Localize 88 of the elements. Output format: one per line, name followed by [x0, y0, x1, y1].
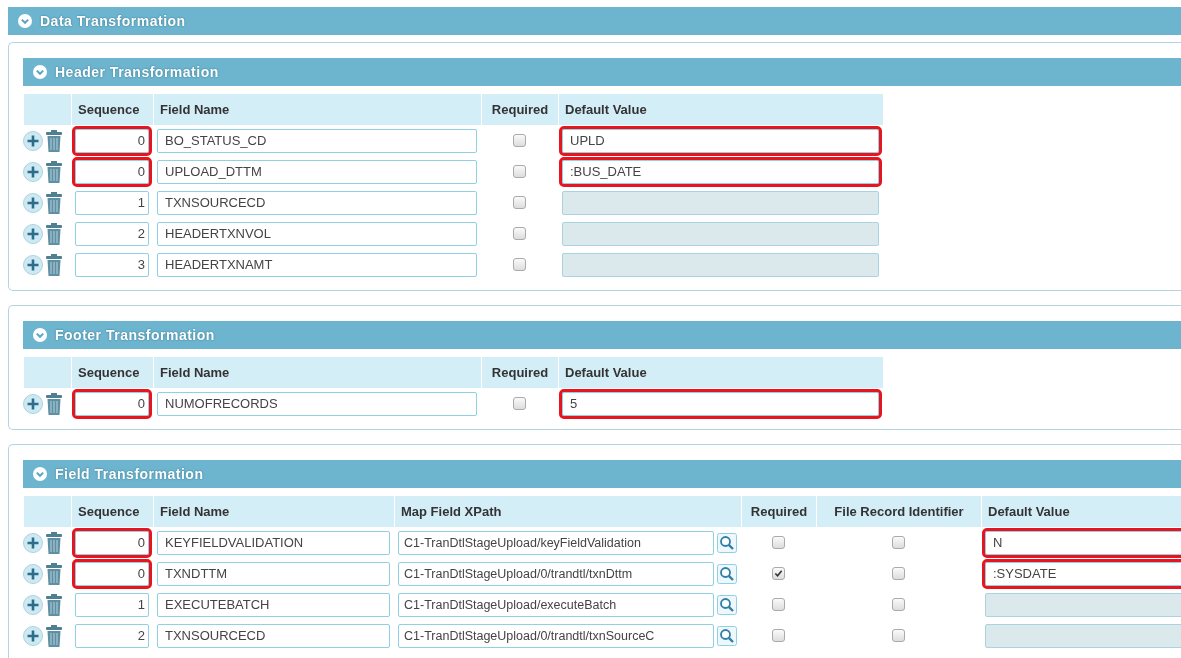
column-header: Default Value	[558, 94, 883, 125]
checkbox[interactable]	[513, 397, 526, 410]
field-name-field[interactable]: TXNSOURCECD	[157, 623, 390, 648]
field-name-field[interactable]: HEADERTXNVOL	[157, 221, 477, 246]
column-header: Field Name	[153, 496, 394, 527]
add-icon[interactable]	[23, 563, 43, 584]
checkbox[interactable]	[772, 567, 785, 580]
default-value-field[interactable]: N	[985, 530, 1181, 555]
checkbox[interactable]	[513, 227, 526, 240]
checkbox[interactable]	[513, 165, 526, 178]
sequence-field[interactable]: 1	[75, 190, 149, 215]
add-icon[interactable]	[23, 254, 43, 275]
field-name-field[interactable]: HEADERTXNAMT	[157, 252, 477, 277]
trash-icon[interactable]	[46, 222, 62, 245]
default-value-field[interactable]: :BUS_DATE	[562, 159, 879, 184]
sequence-field[interactable]: 0	[75, 159, 149, 184]
trash-icon[interactable]	[46, 253, 62, 276]
trash-icon[interactable]	[46, 624, 62, 647]
sequence-field[interactable]: 0	[75, 128, 149, 153]
field-name-field[interactable]: NUMOFRECORDS	[157, 391, 477, 416]
search-icon[interactable]	[717, 625, 737, 646]
sequence-field[interactable]: 3	[75, 252, 149, 277]
column-header: Required	[741, 496, 816, 527]
column-header: Sequence	[71, 357, 153, 388]
header-cell	[23, 496, 71, 527]
collapse-icon[interactable]	[33, 65, 47, 79]
trash-icon[interactable]	[46, 562, 62, 585]
collapse-icon[interactable]	[33, 328, 47, 342]
trash-icon[interactable]	[46, 129, 62, 152]
trash-icon[interactable]	[46, 392, 62, 415]
trash-icon[interactable]	[46, 160, 62, 183]
column-header: Field Name	[153, 357, 481, 388]
checkbox[interactable]	[892, 598, 905, 611]
checkbox[interactable]	[513, 258, 526, 271]
field-name-field[interactable]: KEYFIELDVALIDATION	[157, 530, 390, 555]
xpath-field[interactable]: C1-TranDtlStageUpload/keyFieldValidation	[398, 530, 714, 555]
search-icon[interactable]	[717, 532, 737, 553]
search-icon[interactable]	[717, 594, 737, 615]
checkbox[interactable]	[892, 629, 905, 642]
checkbox[interactable]	[513, 134, 526, 147]
xpath-field[interactable]: C1-TranDtlStageUpload/executeBatch	[398, 592, 714, 617]
checkbox[interactable]	[892, 567, 905, 580]
field-name-field[interactable]: UPLOAD_DTTM	[157, 159, 477, 184]
add-icon[interactable]	[23, 393, 43, 414]
column-header: Default Value	[558, 357, 883, 388]
checkbox[interactable]	[772, 536, 785, 549]
add-icon[interactable]	[23, 130, 43, 151]
add-icon[interactable]	[23, 192, 43, 213]
field-name-field[interactable]: TXNSOURCECD	[157, 190, 477, 215]
add-icon[interactable]	[23, 161, 43, 182]
checkbox[interactable]	[513, 196, 526, 209]
column-header: Field Name	[153, 94, 481, 125]
sequence-field[interactable]: 0	[75, 530, 149, 555]
sequence-field[interactable]: 0	[75, 561, 149, 586]
column-header: File Record Identifier	[816, 496, 981, 527]
trash-icon[interactable]	[46, 191, 62, 214]
header-cell	[23, 357, 71, 388]
checkbox[interactable]	[772, 629, 785, 642]
default-value-field[interactable]: :SYSDATE	[985, 561, 1181, 586]
collapse-icon[interactable]	[18, 14, 32, 28]
column-header: Default Value	[981, 496, 1181, 527]
add-icon[interactable]	[23, 625, 43, 646]
column-header: Map Field XPath	[394, 496, 741, 527]
checkbox[interactable]	[892, 536, 905, 549]
trash-icon[interactable]	[46, 531, 62, 554]
trash-icon[interactable]	[46, 593, 62, 616]
add-icon[interactable]	[23, 532, 43, 553]
default-value-field[interactable]: 5	[562, 391, 879, 416]
search-icon[interactable]	[717, 563, 737, 584]
sequence-field[interactable]: 2	[75, 623, 149, 648]
checkbox[interactable]	[772, 598, 785, 611]
xpath-field[interactable]: C1-TranDtlStageUpload/0/trandtl/txnDttm	[398, 561, 714, 586]
sequence-field[interactable]: 2	[75, 221, 149, 246]
xpath-field[interactable]: C1-TranDtlStageUpload/0/trandtl/txnSourceC	[398, 623, 714, 648]
field-name-field[interactable]: TXNDTTM	[157, 561, 390, 586]
field-name-field[interactable]: BO_STATUS_CD	[157, 128, 477, 153]
collapse-icon[interactable]	[33, 467, 47, 481]
column-header: Required	[481, 94, 558, 125]
sequence-field[interactable]: 1	[75, 592, 149, 617]
column-header: Required	[481, 357, 558, 388]
column-header: Sequence	[71, 94, 153, 125]
header-cell	[23, 94, 71, 125]
sequence-field[interactable]: 0	[75, 391, 149, 416]
add-icon[interactable]	[23, 594, 43, 615]
default-value-field[interactable]: UPLD	[562, 128, 879, 153]
column-header: Sequence	[71, 496, 153, 527]
add-icon[interactable]	[23, 223, 43, 244]
field-name-field[interactable]: EXECUTEBATCH	[157, 592, 390, 617]
